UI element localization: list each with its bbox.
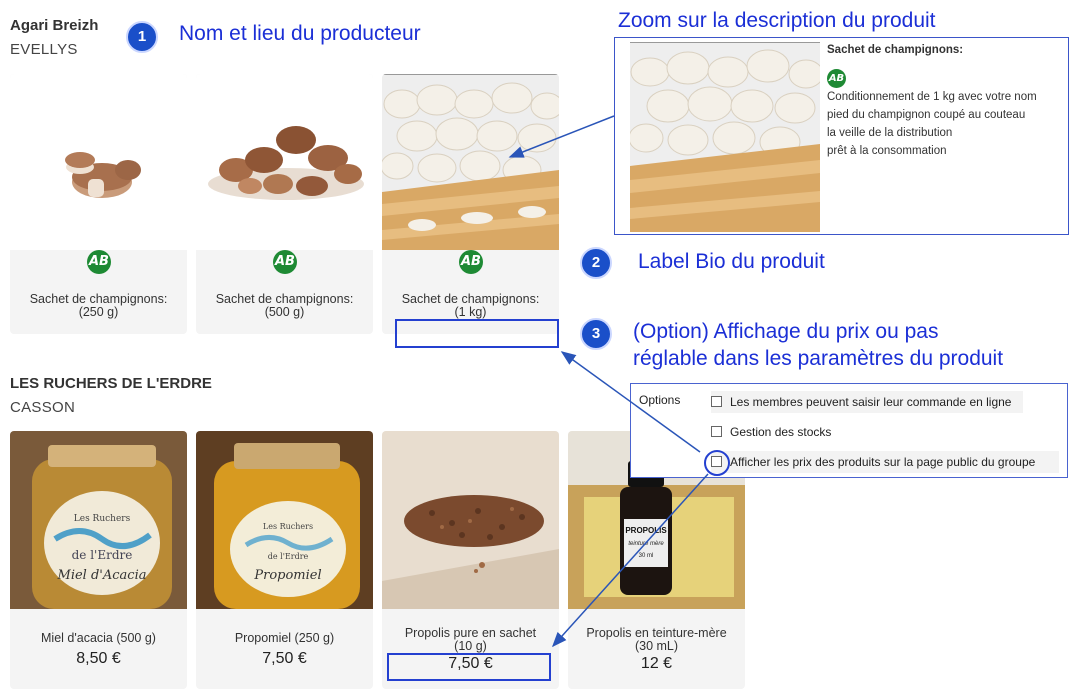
- checkbox-highlight-circle: [704, 450, 730, 476]
- option-arrow-up: [560, 351, 701, 453]
- zoom-arrow: [508, 115, 615, 158]
- option-arrow-down: [551, 473, 709, 648]
- annotation-arrows: [508, 115, 730, 648]
